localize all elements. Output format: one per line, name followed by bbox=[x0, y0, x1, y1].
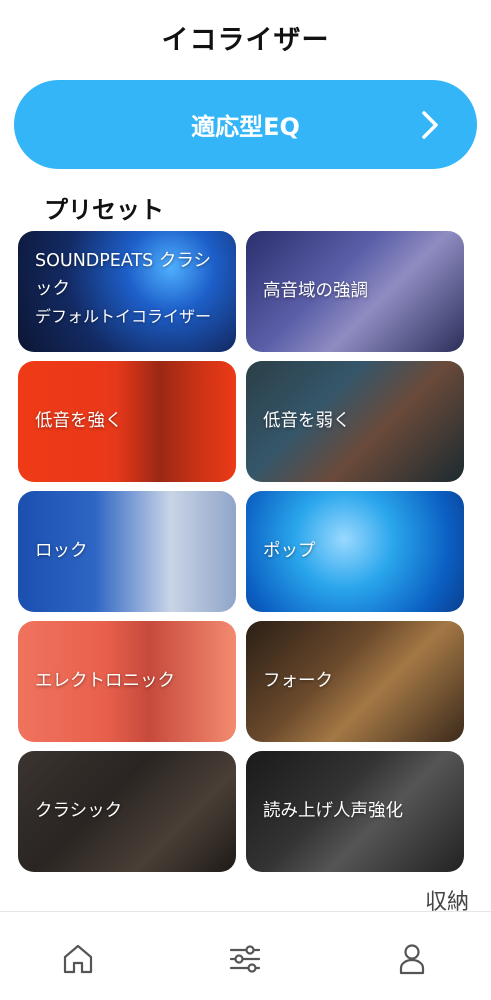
preset-label: ポップ bbox=[263, 541, 316, 561]
preset-label: SOUNDPEATS クラシック bbox=[35, 251, 211, 299]
preset-card-voice-enhance[interactable]: 読み上げ人声強化 bbox=[246, 751, 464, 872]
page-title: イコライザー bbox=[161, 25, 330, 56]
preset-label: エレクトロニック bbox=[35, 671, 175, 691]
preset-card-rock[interactable]: ロック bbox=[18, 491, 236, 612]
bottom-nav bbox=[0, 911, 491, 1000]
adaptive-eq-button[interactable]: 適応型EQ bbox=[14, 80, 477, 169]
preset-label: クラシック bbox=[35, 801, 123, 821]
preset-label: ロック bbox=[35, 541, 88, 561]
preset-label: 高音域の強調 bbox=[263, 281, 368, 301]
preset-label: フォーク bbox=[263, 671, 333, 691]
preset-card-treble-boost[interactable]: 高音域の強調 bbox=[246, 231, 464, 352]
preset-sublabel: デフォルトイコライザー bbox=[35, 307, 212, 326]
preset-card-classical[interactable]: クラシック bbox=[18, 751, 236, 872]
preset-card-folk[interactable]: フォーク bbox=[246, 621, 464, 742]
home-icon[interactable] bbox=[61, 942, 95, 976]
preset-label: 低音を強く bbox=[35, 411, 123, 431]
preset-card-electronic[interactable]: エレクトロニック bbox=[18, 621, 236, 742]
sliders-icon[interactable] bbox=[228, 942, 262, 976]
preset-card-bass-boost[interactable]: 低音を強く bbox=[18, 361, 236, 482]
preset-label: 読み上げ人声強化 bbox=[263, 801, 403, 821]
chevron-right-icon bbox=[422, 111, 438, 139]
preset-label: 低音を弱く bbox=[263, 411, 351, 431]
presets-heading: プリセット bbox=[44, 196, 164, 224]
preset-card-bass-reduce[interactable]: 低音を弱く bbox=[246, 361, 464, 482]
person-icon[interactable] bbox=[395, 942, 429, 976]
preset-card-soundpeats-classic[interactable]: SOUNDPEATS クラシック デフォルトイコライザー bbox=[18, 231, 236, 352]
adaptive-eq-label: 適応型EQ bbox=[191, 113, 300, 141]
preset-card-pop[interactable]: ポップ bbox=[246, 491, 464, 612]
